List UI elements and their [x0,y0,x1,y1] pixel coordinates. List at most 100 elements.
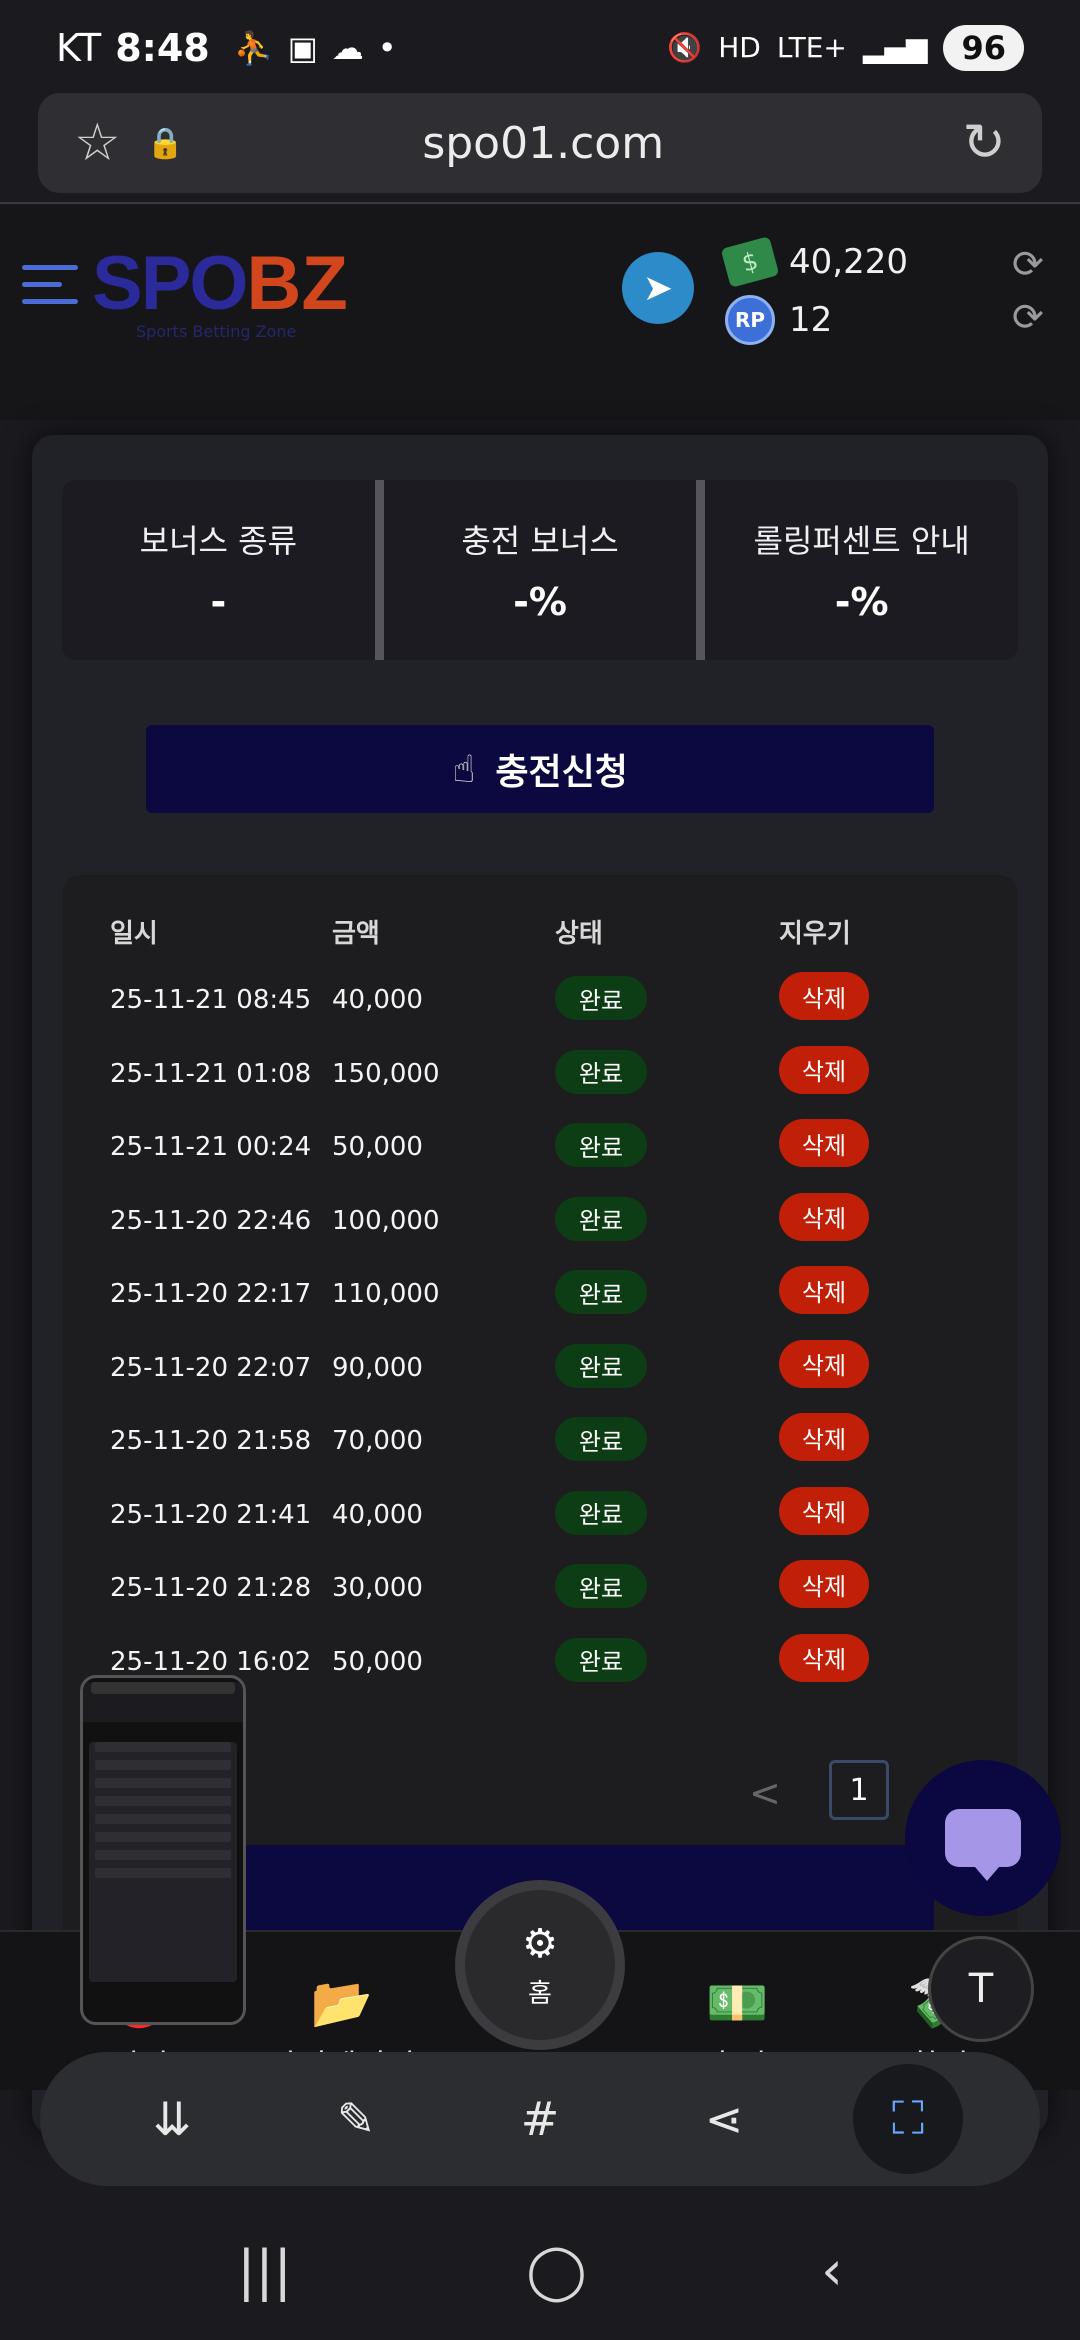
logo-bz: BZ [246,241,348,326]
refresh-money-icon[interactable]: ⟳ [1012,242,1044,286]
row-amount: 90,000 [332,1352,423,1383]
cloud-icon: ☁ [331,28,364,67]
divider [0,202,1080,204]
screenshot-icon: ▣ [287,28,318,67]
status-right: 🔇 HD LTE+ ▂▄▆ 96 [667,24,1024,71]
status-badge: 완료 [555,1049,647,1094]
thumb-top [83,1682,243,1722]
clock: 8:48 [115,25,210,70]
delete-button[interactable]: 삭제 [779,1560,869,1608]
hd-icon: HD [718,31,761,64]
money-amount: 40,220 [789,242,908,282]
carrier-label: KT [56,25,102,70]
point-balance: RP 12 [725,295,832,345]
charge-bonus-label: 충전 보너스 [461,522,619,560]
table-header: 일시 금액 상태 지우기 [62,913,1018,953]
row-date: 25-11-20 22:07 [110,1352,312,1383]
page-1-button[interactable]: 1 [829,1760,889,1820]
lock-icon[interactable]: 🔒 [147,126,184,161]
row-amount: 100,000 [332,1205,440,1236]
scroll-capture-icon[interactable]: ⇊ [117,2064,227,2174]
extract-text-icon[interactable]: T [928,1936,1034,2042]
thumb-row [95,1760,231,1770]
thumb-row [95,1850,231,1860]
row-amount: 30,000 [332,1573,423,1603]
delete-button[interactable]: 삭제 [779,972,869,1020]
hamburger-line [22,282,62,287]
site-logo[interactable]: SPOBZ Sports Betting Zone [92,240,348,341]
table-row: 25-11-20 21:41 40,000 완료 삭제 [62,1480,1018,1553]
thumb-row [95,1778,231,1788]
delete-button[interactable]: 삭제 [779,1119,869,1167]
telegram-icon[interactable]: ➤ [622,252,694,324]
delete-button[interactable]: 삭제 [779,1633,869,1682]
thumb-panel [89,1742,237,1982]
status-badge: 완료 [555,1196,647,1241]
prev-page-button[interactable]: < [749,1771,781,1815]
table-row: 25-11-20 22:07 90,000 완료 삭제 [62,1333,1018,1406]
cash-icon: $ [720,236,780,288]
row-date: 25-11-20 21:28 [110,1573,312,1603]
reload-icon[interactable]: ↻ [962,113,1006,173]
header-amount: 금액 [332,919,380,949]
thumb-row [95,1742,231,1752]
row-date: 25-11-20 22:46 [110,1205,312,1236]
status-left: KT 8:48 ⛹ ▣ ☁ • [56,26,397,70]
charge-bonus-value: -% [513,580,567,624]
status-bar: KT 8:48 ⛹ ▣ ☁ • 🔇 HD LTE+ ▂▄▆ 96 [0,0,1080,95]
live-chat-button[interactable] [905,1760,1061,1916]
row-amount: 50,000 [332,1132,423,1162]
hashtag-icon[interactable]: # [485,2064,595,2174]
delete-button[interactable]: 삭제 [779,1486,869,1535]
row-date: 25-11-21 01:08 [110,1058,312,1089]
page: KT 8:48 ⛹ ▣ ☁ • 🔇 HD LTE+ ▂▄▆ 96 ☆ 🔒 spo… [0,0,1080,2340]
url-text[interactable]: spo01.com [184,118,902,169]
share-icon[interactable]: ⋖ [669,2064,779,2174]
charge-icon: 💵 [706,1974,769,2032]
row-amount: 40,000 [332,1499,423,1530]
header-date: 일시 [110,919,158,949]
table-row: 25-11-21 01:08 150,000 완료 삭제 [62,1039,1018,1112]
home-button-icon[interactable]: ◯ [526,2239,586,2302]
network-label: LTE+ [776,31,847,64]
recent-apps-icon[interactable]: ||| [237,2239,292,2302]
delete-button[interactable]: 삭제 [779,1266,869,1314]
delete-button[interactable]: 삭제 [779,1192,869,1241]
thumb-row [95,1868,231,1878]
notification-icons: ⛹ ▣ ☁ • [234,29,397,67]
charge-apply-button[interactable]: ☝ 충전신청 [146,725,934,813]
point-amount: 12 [789,300,833,340]
row-date: 25-11-20 21:58 [110,1426,312,1456]
delete-button[interactable]: 삭제 [779,1339,869,1388]
row-amount: 110,000 [332,1279,440,1309]
signal-icon: ▂▄▆ [862,31,928,64]
table-row: 25-11-20 22:46 100,000 완료 삭제 [62,1186,1018,1259]
mute-icon: 🔇 [667,31,703,64]
delete-button[interactable]: 삭제 [779,1045,869,1094]
bonus-type-value: - [210,580,227,624]
thumb-row [95,1796,231,1806]
status-badge: 완료 [555,1564,647,1608]
nav-home[interactable]: ⚙ 홈 [455,1880,625,2050]
row-date: 25-11-20 21:41 [110,1499,312,1530]
bookmark-star-icon[interactable]: ☆ [74,113,121,173]
delete-button[interactable]: 삭제 [779,1413,869,1461]
rp-icon: RP [725,295,775,345]
screenshot-toolbar: ⇊ ✎ # ⋖ ⛶ [40,2052,1040,2186]
crop-capture-icon[interactable]: ⛶ [853,2064,963,2174]
edit-icon[interactable]: ✎ [301,2064,411,2174]
home-icon: ⚙ [522,1920,558,1967]
back-icon[interactable]: ‹ [821,2239,843,2302]
thumb-row [95,1814,231,1824]
rolling-percent-label: 롤링퍼센트 안내 [753,522,970,560]
status-badge: 완료 [555,1637,647,1682]
hamburger-menu-icon[interactable] [22,265,78,316]
info-separator [374,480,384,660]
charge-apply-label: 충전신청 [495,752,628,793]
status-badge: 완료 [555,1343,647,1388]
hand-icon: ☝ [452,747,476,791]
browser-url-bar[interactable]: ☆ 🔒 spo01.com ↻ [38,93,1042,193]
status-badge: 완료 [555,1417,647,1461]
screenshot-thumbnail[interactable] [80,1675,246,2025]
refresh-points-icon[interactable]: ⟳ [1012,295,1044,339]
